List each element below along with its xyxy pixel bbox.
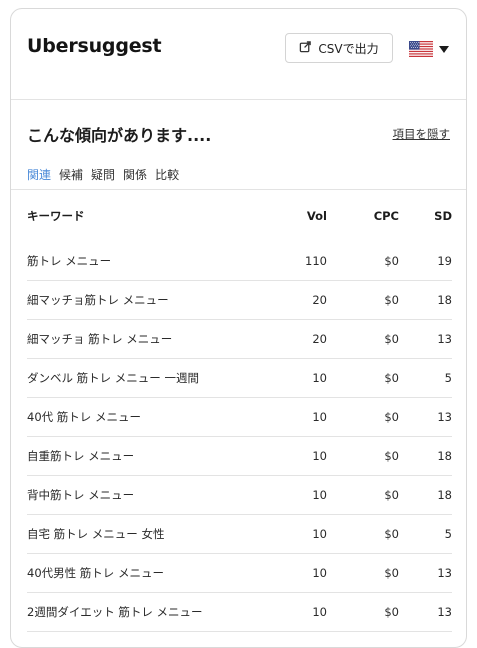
table-row[interactable]: 筋トレ メニュー 110 $0 19 <box>27 242 452 281</box>
us-flag-icon <box>409 41 433 57</box>
table-row[interactable]: 2週間ダイエット 筋トレ メニュー 10 $0 13 <box>27 592 452 632</box>
cell-cpc: $0 <box>327 553 399 593</box>
cell-keyword[interactable]: 自重筋トレ メニュー <box>27 436 257 476</box>
cell-vol: 10 <box>257 475 327 515</box>
cell-cpc: $0 <box>327 319 399 359</box>
cell-vol: 10 <box>257 358 327 398</box>
table-row[interactable]: 自重筋トレ メニュー 10 $0 18 <box>27 436 452 476</box>
cell-sd: 18 <box>399 475 452 515</box>
section-title: こんな傾向があります.... <box>27 126 212 145</box>
cell-keyword[interactable]: 40代 筋トレ メニュー <box>27 397 257 437</box>
app-logo: Ubersuggest <box>27 35 162 57</box>
table-row[interactable]: 自宅 筋トレ メニュー 女性 10 $0 5 <box>27 514 452 554</box>
cell-keyword[interactable]: 2週間ダイエット 筋トレ メニュー <box>27 592 257 632</box>
table-row[interactable]: 細マッチョ 筋トレ メニュー 20 $0 13 <box>27 319 452 359</box>
cell-sd: 13 <box>399 319 452 359</box>
cell-vol: 10 <box>257 397 327 437</box>
export-icon <box>299 40 312 56</box>
cell-cpc: $0 <box>327 592 399 632</box>
cell-keyword[interactable]: 細マッチョ 筋トレ メニュー <box>27 319 257 359</box>
cell-cpc: $0 <box>327 514 399 554</box>
table-row[interactable]: 細マッチョ筋トレ メニュー 20 $0 18 <box>27 280 452 320</box>
cell-cpc: $0 <box>327 358 399 398</box>
cell-sd: 18 <box>399 436 452 476</box>
csv-export-button[interactable]: CSVで出力 <box>285 33 393 63</box>
cell-vol: 10 <box>257 553 327 593</box>
tab-related[interactable]: 関連 <box>27 166 51 183</box>
cell-vol: 110 <box>257 242 327 281</box>
cell-keyword[interactable]: ダンベル 筋トレ メニュー 一週間 <box>27 358 257 398</box>
header-sd[interactable]: SD <box>399 190 452 242</box>
cell-sd: 5 <box>399 358 452 398</box>
header-keyword[interactable]: キーワード <box>27 190 257 242</box>
cell-sd: 13 <box>399 397 452 437</box>
cell-cpc: $0 <box>327 280 399 320</box>
csv-export-label: CSVで出力 <box>318 41 379 56</box>
cell-sd: 13 <box>399 592 452 632</box>
header-vol[interactable]: Vol <box>257 190 327 242</box>
tab-prepositions[interactable]: 関係 <box>123 166 147 183</box>
table-header-row: キーワード Vol CPC SD <box>27 190 452 242</box>
table-row[interactable]: 40代男性 筋トレ メニュー 10 $0 13 <box>27 553 452 593</box>
cell-vol: 20 <box>257 280 327 320</box>
keyword-table: キーワード Vol CPC SD 筋トレ メニュー 110 $0 19 細マッチ… <box>27 190 452 632</box>
hide-items-link[interactable]: 項目を隠す <box>393 126 451 142</box>
cell-vol: 10 <box>257 436 327 476</box>
tab-questions[interactable]: 疑問 <box>91 166 115 183</box>
tab-suggestions[interactable]: 候補 <box>59 166 83 183</box>
tab-comparisons[interactable]: 比較 <box>155 166 179 183</box>
cell-cpc: $0 <box>327 436 399 476</box>
cell-keyword[interactable]: 細マッチョ筋トレ メニュー <box>27 280 257 320</box>
cell-sd: 5 <box>399 514 452 554</box>
filter-tabs: 関連 候補 疑問 関係 比較 <box>27 166 179 183</box>
cell-keyword[interactable]: 40代男性 筋トレ メニュー <box>27 553 257 593</box>
cell-vol: 20 <box>257 319 327 359</box>
cell-keyword[interactable]: 自宅 筋トレ メニュー 女性 <box>27 514 257 554</box>
cell-sd: 18 <box>399 280 452 320</box>
cell-keyword[interactable]: 背中筋トレ メニュー <box>27 475 257 515</box>
table-row[interactable]: 40代 筋トレ メニュー 10 $0 13 <box>27 397 452 437</box>
cell-cpc: $0 <box>327 397 399 437</box>
ubersuggest-panel: Ubersuggest CSVで出力 こんな傾向があります.... 項目を隠す … <box>10 8 467 648</box>
table-row[interactable]: 背中筋トレ メニュー 10 $0 18 <box>27 475 452 515</box>
country-selector[interactable] <box>409 39 451 59</box>
cell-sd: 19 <box>399 242 452 281</box>
cell-vol: 10 <box>257 592 327 632</box>
table-row[interactable]: ダンベル 筋トレ メニュー 一週間 10 $0 5 <box>27 358 452 398</box>
cell-vol: 10 <box>257 514 327 554</box>
cell-cpc: $0 <box>327 242 399 281</box>
header-cpc[interactable]: CPC <box>327 190 399 242</box>
cell-cpc: $0 <box>327 475 399 515</box>
cell-sd: 13 <box>399 553 452 593</box>
chevron-down-icon <box>439 45 449 53</box>
cell-keyword[interactable]: 筋トレ メニュー <box>27 242 257 281</box>
panel-header: Ubersuggest CSVで出力 <box>11 9 466 100</box>
